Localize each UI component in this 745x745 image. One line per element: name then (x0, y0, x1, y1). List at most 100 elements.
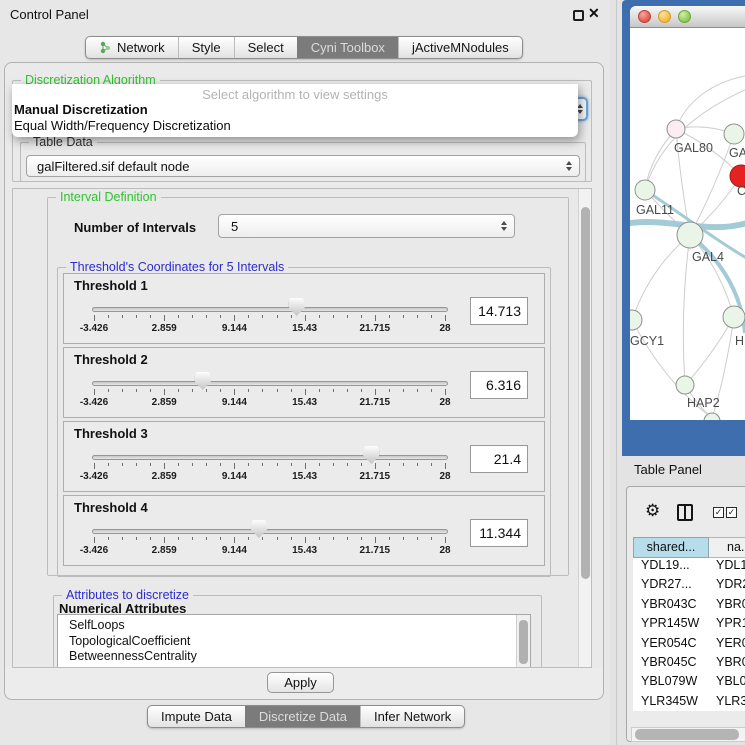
node-label: H (735, 334, 744, 348)
slider-thumb[interactable] (195, 372, 211, 390)
tab-impute-data[interactable]: Impute Data (148, 706, 245, 727)
threshold-label: Threshold 4 (74, 500, 148, 515)
attribute-item[interactable]: BetweennessCentrality (58, 649, 530, 665)
node-h[interactable] (723, 306, 745, 328)
slider-track[interactable] (92, 381, 448, 386)
node-ga[interactable] (724, 124, 744, 144)
node-gal4[interactable] (677, 222, 703, 248)
tab-label: Cyni Toolbox (311, 40, 385, 55)
network-window: GAL80 GA C GAL11 GAL4 GCY1 H HAP2 (630, 6, 745, 420)
gear-icon[interactable]: ⚙ (645, 502, 660, 519)
top-tab-bar: Network Style Select Cyni Toolbox jActiv… (85, 36, 523, 59)
threshold-value-field[interactable]: 14.713 (470, 297, 528, 325)
panel-divider[interactable] (616, 0, 617, 745)
float-icon[interactable] (573, 10, 584, 21)
list-scrollbar[interactable] (516, 615, 530, 667)
table-row[interactable]: YER054CYER0... (633, 636, 745, 655)
table-hscrollbar-thumb[interactable] (635, 729, 739, 740)
threshold-value-field[interactable]: 21.4 (470, 445, 528, 473)
threshold-value-field[interactable]: 11.344 (470, 519, 528, 547)
tab-infer-network[interactable]: Infer Network (360, 706, 464, 727)
threshold-panel: Threshold 2 -3.4262.8599.14415.4321.7152… (63, 347, 545, 418)
threshold-panel: Threshold 3 -3.4262.8599.14415.4321.7152… (63, 421, 545, 492)
node-label: GAL4 (692, 250, 724, 264)
threshold-value-field[interactable]: 6.316 (470, 371, 528, 399)
settings-scrollbar-thumb[interactable] (581, 207, 590, 579)
traffic-light-minimize[interactable] (658, 10, 671, 23)
node-label: GCY1 (630, 334, 664, 348)
panel-title: Control Panel (10, 7, 89, 22)
node-label: GAL11 (636, 203, 674, 217)
network-nodes (630, 120, 745, 420)
right-region: GAL80 GA C GAL11 GAL4 GCY1 H HAP2 (610, 0, 745, 745)
tab-select[interactable]: Select (234, 37, 297, 58)
attr-items: SelfLoopsTopologicalCoefficientBetweenne… (58, 615, 530, 665)
node-label: C (737, 184, 745, 198)
close-icon[interactable]: ✕ (588, 5, 600, 22)
table-row[interactable]: YBR043CYBR0... (633, 597, 745, 616)
node-label: GA (729, 146, 745, 160)
screen: Control Panel ✕ Network Style Select Cyn… (0, 0, 745, 745)
traffic-light-zoom[interactable] (678, 10, 691, 23)
list-scrollbar-thumb[interactable] (519, 620, 528, 664)
table-panel: ⚙ ✓ ✓ shared... na... YDL19...YDL1...YDR… (626, 486, 745, 742)
tab-label: Select (248, 40, 284, 55)
table-row[interactable]: YLR345WYLR3... (633, 694, 745, 711)
table-row[interactable]: YBL079WYBL0... (633, 674, 745, 693)
attribute-item[interactable]: SelfLoops (58, 615, 530, 634)
settings-scrollbar[interactable] (578, 189, 592, 667)
tab-jactivemnodules[interactable]: jActiveMNodules (398, 37, 522, 58)
popup-item-equal-width-frequency[interactable]: Equal Width/Frequency Discretization (14, 118, 231, 133)
network-titlebar[interactable] (630, 6, 745, 28)
column-header-shared-name[interactable]: shared... (633, 537, 709, 558)
tab-label: Impute Data (161, 709, 232, 724)
threshold-panel: Threshold 1 -3.4262.8599.14415.4321.7152… (63, 273, 545, 344)
table-row[interactable]: YDL19...YDL1... (633, 558, 745, 577)
threshold-label: Threshold 3 (74, 426, 148, 441)
bottom-tab-bar: Impute Data Discretize Data Infer Networ… (147, 705, 465, 728)
algorithm-dropdown-popup: Select algorithm to view settings Manual… (12, 84, 578, 137)
tab-style[interactable]: Style (178, 37, 234, 58)
combobox-value: 5 (229, 219, 238, 234)
table-data-combobox[interactable]: galFiltered.sif default node (26, 155, 580, 177)
columns-icon[interactable] (677, 504, 693, 521)
slider-thumb[interactable] (289, 298, 305, 316)
node-gal80[interactable] (667, 120, 685, 138)
checkbox-icon[interactable]: ✓ (713, 507, 724, 518)
slider-track[interactable] (92, 307, 448, 312)
slider-track[interactable] (92, 455, 448, 460)
node-hap2[interactable] (676, 376, 694, 394)
combobox-stepper-icon (501, 221, 507, 231)
table-hscrollbar[interactable] (631, 727, 745, 742)
tab-cyni-toolbox[interactable]: Cyni Toolbox (297, 37, 398, 58)
slider-thumb[interactable] (251, 520, 267, 538)
number-of-intervals-combobox[interactable]: 5 (218, 214, 515, 238)
tab-label: Style (192, 40, 221, 55)
node-gcy1[interactable] (630, 310, 642, 330)
table-row[interactable]: YDR27...YDR2... (633, 577, 745, 596)
network-graph: GAL80 GA C GAL11 GAL4 GCY1 H HAP2 (630, 28, 745, 420)
group-title: Threshold's Coordinates for 5 Intervals (66, 260, 288, 274)
node-gal11[interactable] (635, 180, 655, 200)
node-label: GAL80 (674, 141, 713, 155)
table-row[interactable]: YPR145WYPR1... (633, 616, 745, 635)
threshold-panels: Threshold 1 -3.4262.8599.14415.4321.7152… (63, 273, 545, 566)
tab-discretize-data[interactable]: Discretize Data (245, 706, 360, 727)
traffic-light-close[interactable] (638, 10, 651, 23)
settings-scroll-viewport: Interval Definition Number of Intervals … (12, 188, 592, 668)
column-header-name[interactable]: na... (709, 537, 745, 558)
tab-label: Discretize Data (259, 709, 347, 724)
tab-network[interactable]: Network (86, 37, 178, 58)
popup-item-manual-discretization[interactable]: Manual Discretization (14, 102, 148, 117)
table-row[interactable]: YBR045CYBR0... (633, 655, 745, 674)
apply-button[interactable]: Apply (267, 672, 334, 693)
numerical-attributes-list: SelfLoopsTopologicalCoefficientBetweenne… (57, 614, 531, 668)
network-canvas[interactable]: GAL80 GA C GAL11 GAL4 GCY1 H HAP2 (630, 28, 745, 420)
attribute-item[interactable]: TopologicalCoefficient (58, 634, 530, 650)
slider-track[interactable] (92, 529, 448, 534)
checkbox-icon[interactable]: ✓ (726, 507, 737, 518)
group-title: Table Data (29, 135, 97, 149)
threshold-label: Threshold 2 (74, 352, 148, 367)
number-of-intervals-label: Number of Intervals (74, 220, 196, 235)
slider-thumb[interactable] (363, 446, 379, 464)
